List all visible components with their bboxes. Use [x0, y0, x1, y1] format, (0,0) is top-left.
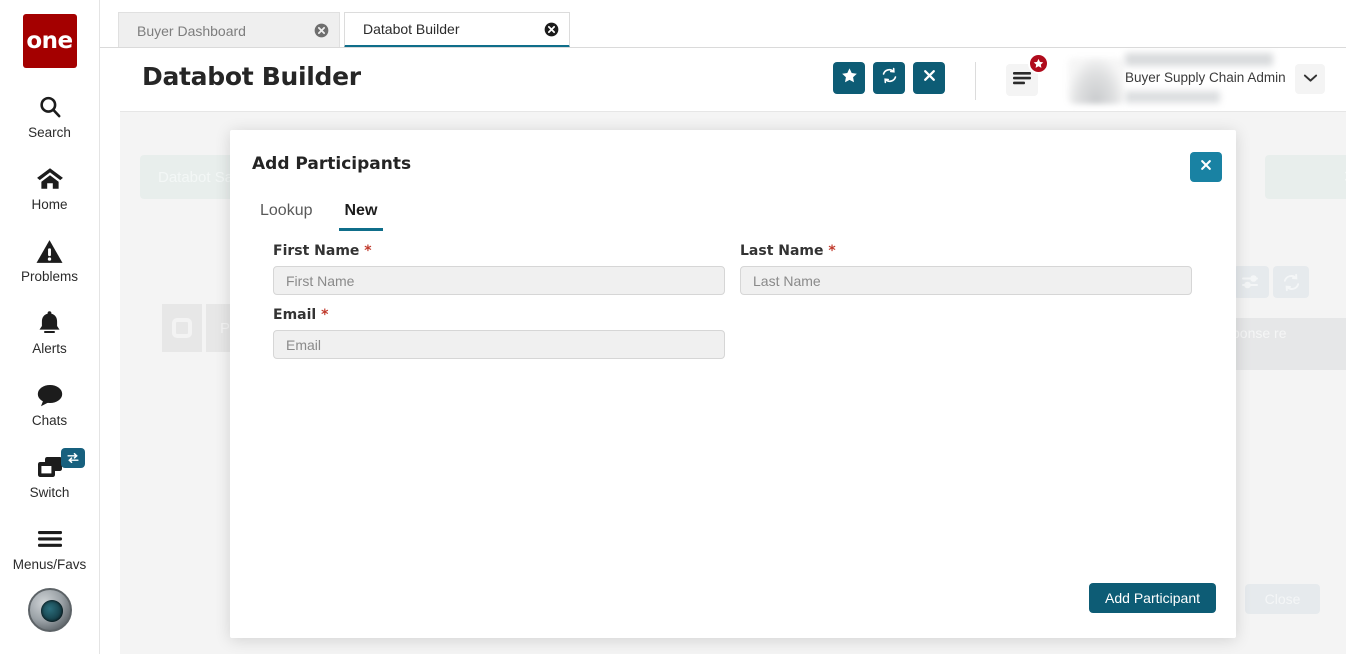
modal-close-button[interactable] — [1190, 152, 1222, 182]
required-marker: * — [364, 243, 372, 259]
user-organization — [1125, 91, 1220, 103]
email-label-text: Email — [273, 307, 317, 323]
tab-new[interactable]: New — [338, 198, 384, 231]
ghost-refresh-icon — [1273, 266, 1309, 298]
close-page-button[interactable] — [913, 62, 945, 94]
sidebar-item-problems[interactable]: Problems — [0, 236, 100, 284]
user-avatar-image[interactable] — [27, 588, 72, 632]
hamburger-menu-icon — [1013, 71, 1031, 90]
sidebar-item-label: Problems — [20, 269, 79, 284]
user-photo — [1068, 58, 1124, 104]
sidebar-item-alerts[interactable]: Alerts — [0, 308, 100, 356]
sidebar-item-home[interactable]: Home — [0, 164, 100, 212]
brand-logo[interactable]: one — [22, 14, 77, 68]
sidebar-item-chats[interactable]: Chats — [0, 380, 100, 428]
sidebar-item-label: Alerts — [32, 341, 67, 356]
warning-triangle-icon — [36, 236, 63, 266]
sidebar-item-switch[interactable]: Switch — [0, 448, 100, 500]
close-circle-icon[interactable] — [543, 21, 559, 37]
modal-footer: Add Participant — [230, 572, 1236, 638]
x-icon — [922, 68, 937, 88]
ghost-tile-icon — [162, 304, 202, 352]
search-icon — [37, 92, 63, 122]
first-name-label: First Name * — [273, 243, 725, 259]
sidebar-item-search[interactable]: Search — [0, 92, 100, 140]
field-group-last-name: Last Name * — [740, 243, 1192, 295]
first-name-input[interactable] — [273, 266, 725, 295]
sidebar-item-label: Chats — [31, 413, 68, 428]
sidebar-item-label: Home — [31, 197, 68, 212]
sidebar-item-label: Menus/Favs — [12, 557, 87, 572]
favorite-button[interactable] — [833, 62, 865, 94]
star-icon — [841, 67, 858, 89]
sidebar-item-label: Search — [28, 125, 71, 140]
ghost-close-x-button: × — [1265, 155, 1346, 199]
tab-lookup[interactable]: Lookup — [254, 198, 319, 231]
bell-icon — [37, 308, 62, 338]
last-name-label-text: Last Name — [740, 243, 824, 259]
chat-bubble-icon — [36, 380, 64, 410]
email-input[interactable] — [273, 330, 725, 359]
left-navigation-rail: one Search Home Problems Alerts Chats Sw… — [0, 0, 100, 654]
user-name — [1125, 53, 1273, 66]
close-circle-icon[interactable] — [313, 23, 329, 39]
windows-switch-icon — [36, 452, 64, 482]
star-badge-icon — [1028, 53, 1049, 74]
tab-label: Databot Builder — [363, 21, 460, 37]
chevron-down-icon — [1303, 70, 1318, 88]
required-marker: * — [321, 307, 329, 323]
modal-tab-list: Lookup New — [254, 198, 384, 231]
swap-arrows-icon[interactable] — [60, 448, 85, 468]
refresh-button[interactable] — [873, 62, 905, 94]
page-title: Databot Builder — [142, 62, 361, 91]
hamburger-icon — [36, 524, 64, 554]
ghost-close-button: Close — [1245, 584, 1320, 614]
home-icon — [36, 164, 64, 194]
browser-tab-strip: Buyer Dashboard Databot Builder — [100, 0, 1346, 48]
modal-title: Add Participants — [252, 154, 412, 174]
sidebar-item-label: Switch — [29, 485, 70, 500]
field-group-email: Email * — [273, 307, 725, 359]
required-marker: * — [828, 243, 836, 259]
refresh-icon — [881, 67, 898, 89]
user-role: Buyer Supply Chain Admin — [1125, 70, 1286, 85]
tab-buyer-dashboard[interactable]: Buyer Dashboard — [118, 12, 340, 48]
add-participants-modal: Add Participants Lookup New First Name *… — [230, 130, 1236, 638]
email-label: Email * — [273, 307, 725, 323]
ghost-sliders-icon — [1233, 266, 1269, 298]
last-name-label: Last Name * — [740, 243, 1192, 259]
add-participant-button[interactable]: Add Participant — [1089, 583, 1216, 613]
tab-label: Buyer Dashboard — [137, 22, 246, 39]
user-menu-toggle[interactable] — [1295, 64, 1325, 94]
first-name-label-text: First Name — [273, 243, 360, 259]
x-icon — [1199, 158, 1213, 177]
sidebar-item-menus-favs[interactable]: Menus/Favs — [0, 524, 100, 572]
last-name-input[interactable] — [740, 266, 1192, 295]
header-divider — [975, 62, 976, 100]
tab-databot-builder[interactable]: Databot Builder — [344, 12, 570, 48]
field-group-first-name: First Name * — [273, 243, 725, 295]
page-header: Databot Builder Buyer Supply Chain Admin — [120, 48, 1346, 112]
